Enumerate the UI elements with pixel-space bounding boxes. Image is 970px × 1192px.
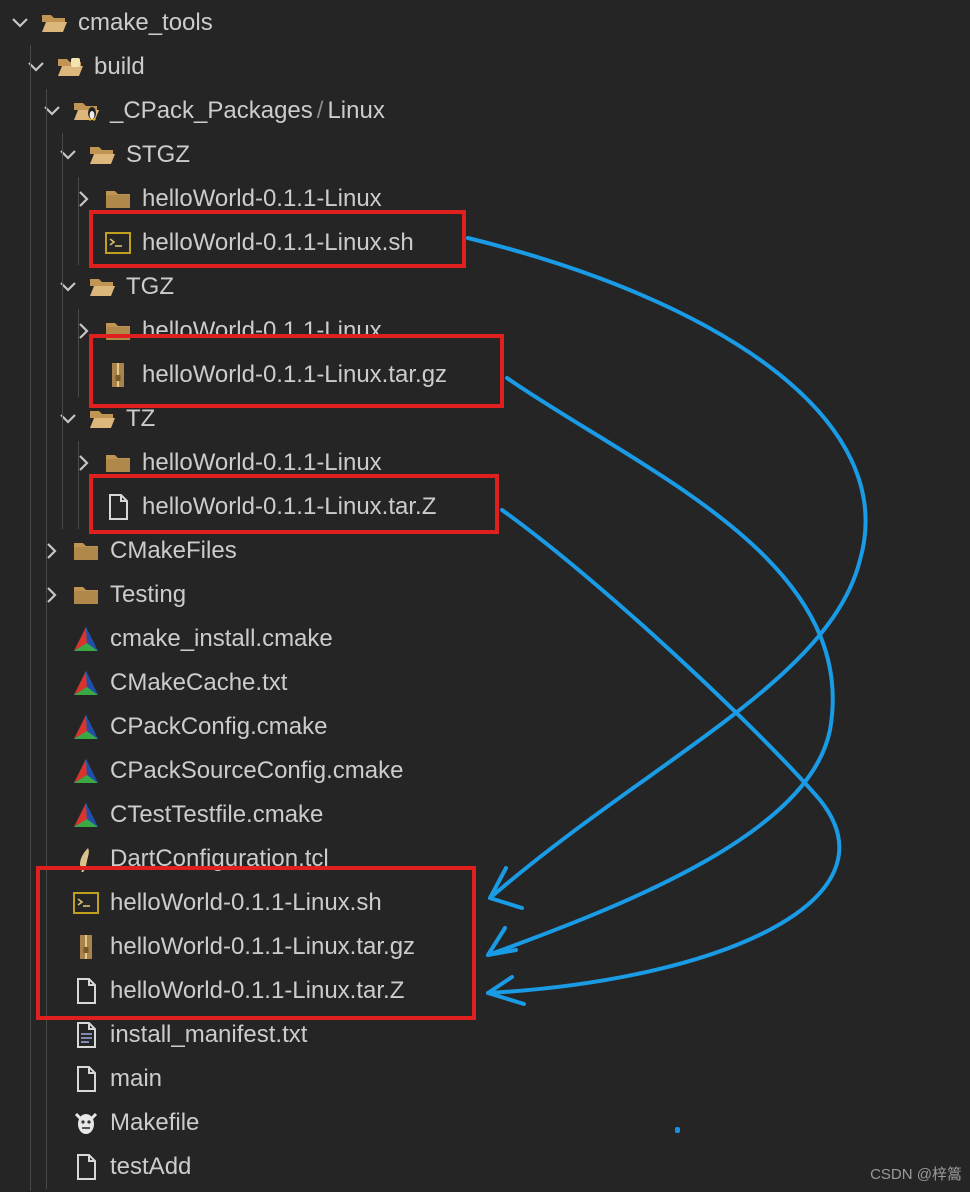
item-label-text: _CPack_Packages (110, 97, 313, 124)
item-label-text: install_manifest.txt (110, 1021, 308, 1048)
item-sublabel: Linux (327, 97, 385, 124)
folder-icon (104, 186, 132, 212)
folder-icon (72, 582, 100, 608)
chevron-down-icon[interactable] (58, 145, 78, 165)
item-label: cmake_tools (78, 9, 213, 37)
cmake-icon (72, 670, 100, 696)
folder-row[interactable]: Testing (0, 573, 970, 617)
item-label: CMakeCache.txt (110, 669, 287, 697)
indent-guide (78, 309, 79, 397)
item-label: helloWorld-0.1.1-Linux (142, 449, 382, 477)
item-label-text: TGZ (126, 273, 174, 300)
file-row[interactable]: testAdd (0, 1145, 970, 1189)
path-separator: / (316, 97, 324, 124)
file-row[interactable]: CPackSourceConfig.cmake (0, 749, 970, 793)
item-label-text: helloWorld-0.1.1-Linux (142, 185, 382, 212)
chevron-right-icon[interactable] (74, 189, 94, 209)
chevron-down-icon[interactable] (58, 409, 78, 429)
chevron-right-icon[interactable] (42, 585, 62, 605)
item-label: CPackSourceConfig.cmake (110, 757, 403, 785)
file-row[interactable]: CMakeCache.txt (0, 661, 970, 705)
folder-row[interactable]: build (0, 45, 970, 89)
item-label: build (94, 53, 145, 81)
highlight-box-stgz-sh (89, 210, 466, 268)
chevron-right-icon[interactable] (74, 453, 94, 473)
file-row[interactable]: CPackConfig.cmake (0, 705, 970, 749)
chevron-down-icon[interactable] (10, 13, 30, 33)
folder-open-icon (88, 274, 116, 300)
item-label-text: testAdd (110, 1153, 192, 1180)
gnu-icon (72, 1110, 100, 1136)
folder-row[interactable]: _CPack_Packages / Linux (0, 89, 970, 133)
item-label: _CPack_Packages / Linux (110, 97, 385, 125)
item-label: cmake_install.cmake (110, 625, 333, 653)
item-label-text: Testing (110, 581, 187, 608)
text-icon (72, 1022, 100, 1048)
folder-build-icon (56, 54, 84, 80)
item-label: helloWorld-0.1.1-Linux (142, 185, 382, 213)
folder-open-icon (88, 142, 116, 168)
item-label: STGZ (126, 141, 190, 169)
folder-open-icon (88, 406, 116, 432)
item-label-text: TZ (126, 405, 156, 432)
item-label: CPackConfig.cmake (110, 713, 327, 741)
item-label-text: CMakeFiles (110, 537, 237, 564)
chevron-down-icon[interactable] (42, 101, 62, 121)
watermark: CSDN @梓篙 (870, 1166, 962, 1183)
item-label-text: cmake_tools (78, 9, 213, 36)
cmake-icon (72, 758, 100, 784)
folder-row[interactable]: cmake_tools (0, 1, 970, 45)
file-row[interactable]: Makefile (0, 1101, 970, 1145)
indent-guide (78, 441, 79, 529)
folder-icon (104, 450, 132, 476)
folder-row[interactable]: STGZ (0, 133, 970, 177)
item-label-text: CMakeCache.txt (110, 669, 288, 696)
item-label-text: cmake_install.cmake (110, 625, 333, 652)
item-label-text: helloWorld-0.1.1-Linux (142, 449, 382, 476)
file-row[interactable]: cmake_install.cmake (0, 617, 970, 661)
item-label-text: CPackSourceConfig.cmake (110, 757, 404, 784)
item-label: TGZ (126, 273, 174, 301)
item-label: CMakeFiles (110, 537, 237, 565)
chevron-down-icon[interactable] (26, 57, 46, 77)
item-label-text: CPackConfig.cmake (110, 713, 328, 740)
item-label-text: build (94, 53, 145, 80)
file-icon (72, 1154, 100, 1180)
item-label: TZ (126, 405, 155, 433)
item-label: Makefile (110, 1109, 199, 1137)
chevron-down-icon[interactable] (58, 277, 78, 297)
file-row[interactable]: CTestTestfile.cmake (0, 793, 970, 837)
highlight-box-build-outputs (36, 866, 476, 1020)
indent-guide (30, 45, 31, 1191)
item-label-text: STGZ (126, 141, 190, 168)
item-label-text: main (110, 1065, 163, 1092)
indent-guide (62, 133, 63, 529)
cmake-icon (72, 802, 100, 828)
folder-row[interactable]: TGZ (0, 265, 970, 309)
folder-row[interactable]: CMakeFiles (0, 529, 970, 573)
item-label: main (110, 1065, 162, 1093)
indent-guide (78, 177, 79, 265)
item-label: Testing (110, 581, 186, 609)
folder-linux-icon (72, 98, 100, 124)
item-label-text: Makefile (110, 1109, 200, 1136)
stray-blue-mark (675, 1127, 680, 1133)
highlight-box-tz-tarz (89, 474, 499, 534)
item-label: testAdd (110, 1153, 191, 1181)
file-row[interactable]: main (0, 1057, 970, 1101)
chevron-right-icon[interactable] (42, 541, 62, 561)
item-label-text: CTestTestfile.cmake (110, 801, 324, 828)
folder-open-icon (40, 10, 68, 36)
folder-icon (72, 538, 100, 564)
indent-guide (46, 89, 47, 1189)
item-label: CTestTestfile.cmake (110, 801, 323, 829)
cmake-icon (72, 714, 100, 740)
highlight-box-tgz-targz (89, 334, 504, 408)
cmake-icon (72, 626, 100, 652)
item-label: install_manifest.txt (110, 1021, 307, 1049)
file-icon (72, 1066, 100, 1092)
